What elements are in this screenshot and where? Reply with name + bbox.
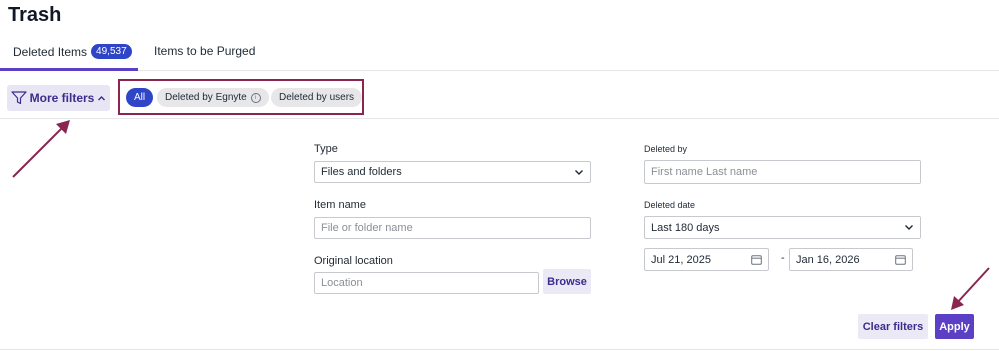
type-select[interactable]: Files and folders	[314, 161, 591, 183]
tab-deleted-items[interactable]: Deleted Items 49,537	[13, 44, 132, 59]
deleted-by-placeholder: First name Last name	[651, 166, 758, 178]
deleted-date-label: Deleted date	[644, 200, 696, 210]
original-location-placeholder: Location	[321, 277, 363, 289]
chevron-down-icon	[575, 169, 583, 175]
filter-icon	[11, 91, 27, 105]
annotation-arrow	[12, 120, 70, 178]
clear-filters-button[interactable]: Clear filters	[858, 314, 928, 339]
tab-deleted-items-label: Deleted Items	[13, 44, 88, 59]
more-filters-label: More filters	[29, 91, 95, 105]
page-title: Trash	[8, 4, 62, 26]
date-to-input[interactable]: Jan 16, 2026	[789, 248, 913, 271]
chevron-up-icon	[98, 95, 106, 100]
apply-button[interactable]: Apply	[935, 314, 974, 339]
date-to-value: Jan 16, 2026	[796, 253, 860, 266]
tab-items-to-be-purged[interactable]: Items to be Purged	[154, 44, 255, 58]
date-from-value: Jul 21, 2025	[651, 253, 711, 266]
chip-deleted-by-users[interactable]: Deleted by users	[271, 88, 363, 107]
annotation-arrow	[951, 267, 990, 310]
info-icon[interactable]: i	[250, 92, 261, 103]
tab-items-to-be-purged-label: Items to be Purged	[154, 44, 256, 58]
more-filters-button[interactable]: More filters	[7, 85, 110, 111]
chip-deleted-by-egnyte[interactable]: Deleted by Egnyte i	[157, 88, 269, 107]
deleted-date-select[interactable]: Last 180 days	[644, 216, 921, 239]
browse-button[interactable]: Browse	[543, 269, 591, 294]
active-tab-indicator	[0, 68, 138, 71]
item-name-input[interactable]: File or folder name	[314, 217, 591, 239]
deleted-items-count-badge: 49,537	[91, 44, 132, 59]
chip-deleted-by-egnyte-label: Deleted by Egnyte	[165, 92, 247, 103]
deleted-date-select-value: Last 180 days	[651, 221, 720, 234]
calendar-icon[interactable]	[751, 254, 762, 265]
deleted-by-label: Deleted by	[644, 144, 688, 154]
original-location-input[interactable]: Location	[314, 272, 539, 294]
date-range-separator: -	[781, 252, 785, 264]
original-location-label: Original location	[314, 255, 393, 267]
bottom-divider	[0, 349, 999, 350]
item-name-label: Item name	[314, 199, 366, 211]
deleted-by-input[interactable]: First name Last name	[644, 160, 921, 184]
chip-all[interactable]: All	[126, 88, 154, 107]
type-label: Type	[314, 143, 338, 155]
type-select-value: Files and folders	[321, 166, 402, 178]
calendar-icon[interactable]	[895, 254, 906, 265]
filters-divider	[0, 118, 999, 119]
item-name-placeholder: File or folder name	[321, 222, 413, 234]
date-from-input[interactable]: Jul 21, 2025	[644, 248, 769, 271]
tabs-divider	[0, 70, 999, 71]
chevron-down-icon	[905, 225, 913, 230]
